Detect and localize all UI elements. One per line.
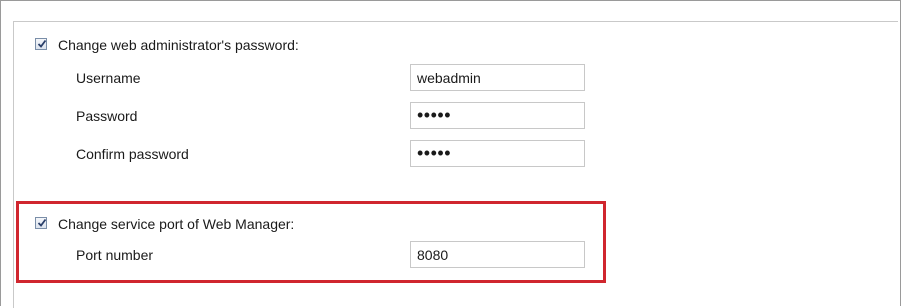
- confirm-password-mask: •••••: [417, 143, 452, 163]
- password-mask: •••••: [417, 105, 452, 125]
- service-port-title: Change service port of Web Manager:: [58, 216, 295, 232]
- service-port-checkbox[interactable]: [35, 217, 47, 229]
- admin-password-title: Change web administrator's password:: [58, 37, 299, 53]
- checkmark-icon: [37, 218, 47, 227]
- port-number-value: 8080: [417, 247, 449, 263]
- password-label: Password: [76, 108, 138, 124]
- confirm-password-field[interactable]: •••••: [410, 140, 585, 167]
- checkmark-icon: [37, 39, 47, 48]
- confirm-password-label: Confirm password: [76, 146, 189, 162]
- username-value: webadmin: [417, 70, 481, 86]
- username-field[interactable]: webadmin: [410, 64, 585, 91]
- password-field[interactable]: •••••: [410, 102, 585, 129]
- port-number-label: Port number: [76, 247, 154, 263]
- username-label: Username: [76, 70, 141, 86]
- admin-password-checkbox[interactable]: [35, 38, 47, 50]
- port-number-field[interactable]: 8080: [410, 241, 585, 268]
